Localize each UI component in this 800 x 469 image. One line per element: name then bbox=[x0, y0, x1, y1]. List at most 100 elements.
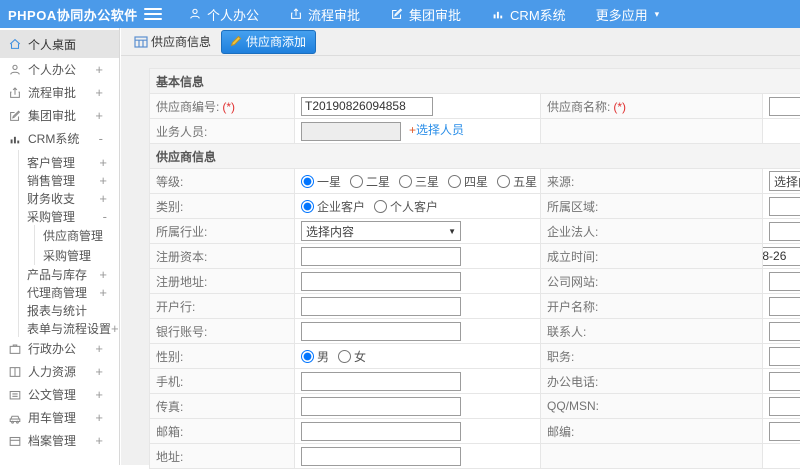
field-label-cell: 供应商编号:(*) bbox=[150, 94, 295, 119]
registered-capital-input[interactable] bbox=[301, 247, 461, 266]
topbar-item-crm-system[interactable]: CRM系统 bbox=[491, 5, 566, 24]
field-control-cell bbox=[763, 94, 800, 119]
expander-icon[interactable]: + bbox=[99, 267, 107, 282]
topbar-item-group-approval[interactable]: 集团审批 bbox=[390, 5, 461, 24]
sidebar-item-customer-mgmt[interactable]: 客户管理+ bbox=[19, 153, 119, 171]
sidebar-item-archive-mgmt[interactable]: 档案管理+ bbox=[0, 429, 119, 452]
topbar-item-workflow-approval[interactable]: 流程审批 bbox=[289, 5, 360, 24]
expander-icon[interactable]: + bbox=[95, 433, 103, 448]
expander-icon[interactable]: + bbox=[111, 321, 119, 336]
category-radio-input-0[interactable] bbox=[301, 200, 314, 213]
sidebar-item-label: 报表与统计 bbox=[27, 302, 87, 319]
expander-icon[interactable]: + bbox=[95, 62, 103, 77]
postcode-input[interactable] bbox=[769, 422, 800, 441]
level-radio-3[interactable]: 四星 bbox=[448, 175, 488, 189]
level-radio-input-0[interactable] bbox=[301, 175, 314, 188]
expander-icon[interactable]: + bbox=[99, 285, 107, 300]
select-staff-link[interactable]: +选择人员 bbox=[409, 123, 464, 137]
tab-supplier-info[interactable]: 供应商信息 bbox=[134, 33, 211, 50]
sidebar-item-finance-mgmt[interactable]: 财务收支+ bbox=[19, 189, 119, 207]
sidebar-item-agent-mgmt[interactable]: 代理商管理+ bbox=[19, 283, 119, 301]
account-name-input[interactable] bbox=[769, 297, 800, 316]
category-radio-input-1[interactable] bbox=[374, 200, 387, 213]
field-label-cell: 供应商名称:(*) bbox=[541, 94, 763, 119]
expander-icon[interactable]: + bbox=[95, 364, 103, 379]
expander-icon[interactable]: + bbox=[99, 155, 107, 170]
level-radio-4[interactable]: 五星 bbox=[497, 175, 537, 189]
contact-input[interactable] bbox=[769, 322, 800, 341]
expander-icon[interactable]: + bbox=[99, 191, 107, 206]
gender-radio-1[interactable]: 女 bbox=[338, 350, 366, 364]
gender-radio-0[interactable]: 男 bbox=[301, 350, 329, 364]
established-date-input[interactable] bbox=[763, 247, 800, 266]
sidebar-item-admin-office[interactable]: 行政办公+ bbox=[0, 337, 119, 360]
position-input[interactable] bbox=[769, 347, 800, 366]
sidebar-item-form-workflow-settings[interactable]: 表单与流程设置+ bbox=[19, 319, 119, 337]
source-select[interactable]: 选择内容▼ bbox=[769, 171, 800, 191]
topbar-item-more-apps[interactable]: 更多应用▾ bbox=[596, 5, 660, 24]
level-radio-input-3[interactable] bbox=[448, 175, 461, 188]
category-radio-0[interactable]: 企业客户 bbox=[301, 200, 365, 214]
staff-input[interactable] bbox=[301, 122, 401, 141]
address-input[interactable] bbox=[301, 447, 461, 466]
sidebar-item-crm-system[interactable]: CRM系统- bbox=[0, 127, 119, 150]
sidebar-item-human-resources[interactable]: 人力资源+ bbox=[0, 360, 119, 383]
topbar-item-label: 更多应用 bbox=[596, 5, 648, 24]
field-control-cell bbox=[295, 269, 541, 294]
level-radio-input-4[interactable] bbox=[497, 175, 510, 188]
registered-address-input[interactable] bbox=[301, 272, 461, 291]
expander-icon[interactable]: + bbox=[95, 85, 103, 100]
sidebar-item-vehicle-mgmt[interactable]: 用车管理+ bbox=[0, 406, 119, 429]
tab-supplier-add[interactable]: 供应商添加 bbox=[221, 30, 316, 54]
supplier-name-input[interactable] bbox=[769, 97, 800, 116]
form-edit-icon bbox=[229, 34, 243, 48]
hamburger-menu-icon[interactable] bbox=[144, 8, 162, 20]
form-row: 邮箱:邮编: bbox=[150, 419, 800, 444]
sidebar-item-workflow-approval[interactable]: 流程审批+ bbox=[0, 81, 119, 104]
sidebar-item-purchasing-mgmt[interactable]: 采购管理 bbox=[35, 245, 119, 265]
sidebar-item-personal-office[interactable]: 个人办公+ bbox=[0, 58, 119, 81]
expander-icon[interactable]: + bbox=[95, 108, 103, 123]
sidebar-item-document-mgmt[interactable]: 公文管理+ bbox=[0, 383, 119, 406]
bank-account-input[interactable] bbox=[301, 322, 461, 341]
expander-icon[interactable]: + bbox=[95, 341, 103, 356]
bank-input[interactable] bbox=[301, 297, 461, 316]
sidebar-item-reports-stats[interactable]: 报表与统计 bbox=[19, 301, 119, 319]
fax-input[interactable] bbox=[301, 397, 461, 416]
mobile-input[interactable] bbox=[301, 372, 461, 391]
gender-radio-input-1[interactable] bbox=[338, 350, 351, 363]
region-input[interactable] bbox=[769, 197, 800, 216]
topbar-item-personal-office[interactable]: 个人办公 bbox=[188, 5, 259, 24]
sidebar-item-personal-desktop[interactable]: 个人桌面 bbox=[0, 30, 119, 58]
email-input[interactable] bbox=[301, 422, 461, 441]
expander-icon[interactable]: - bbox=[103, 209, 107, 224]
qq-msn-input[interactable] bbox=[769, 397, 800, 416]
level-radio-input-2[interactable] bbox=[399, 175, 412, 188]
legal-person-input[interactable] bbox=[769, 222, 800, 241]
expander-icon[interactable]: + bbox=[99, 173, 107, 188]
app-logo: PHPOA协同办公软件 bbox=[0, 5, 132, 24]
company-website-input[interactable] bbox=[769, 272, 800, 291]
level-radio-input-1[interactable] bbox=[350, 175, 363, 188]
expander-icon[interactable]: + bbox=[95, 410, 103, 425]
level-radio-0[interactable]: 一星 bbox=[301, 175, 341, 189]
field-control-cell bbox=[763, 294, 800, 319]
field-label-cell: 开户名称: bbox=[541, 294, 763, 319]
category-radio-1[interactable]: 个人客户 bbox=[374, 200, 438, 214]
book-icon bbox=[8, 365, 22, 379]
sidebar-item-group-approval[interactable]: 集团审批+ bbox=[0, 104, 119, 127]
level-radio-2[interactable]: 三星 bbox=[399, 175, 439, 189]
sidebar-item-product-inventory[interactable]: 产品与库存+ bbox=[19, 265, 119, 283]
level-radio-1[interactable]: 二星 bbox=[350, 175, 390, 189]
field-label: QQ/MSN: bbox=[547, 399, 599, 413]
sidebar-item-procurement-mgmt[interactable]: 采购管理- bbox=[19, 207, 119, 225]
sidebar-item-supplier-mgmt[interactable]: 供应商管理 bbox=[35, 225, 119, 245]
supplier-code-input[interactable] bbox=[301, 97, 433, 116]
expander-icon[interactable]: - bbox=[99, 131, 103, 146]
field-control-cell bbox=[763, 219, 800, 244]
sidebar-item-sales-mgmt[interactable]: 销售管理+ bbox=[19, 171, 119, 189]
expander-icon[interactable]: + bbox=[95, 387, 103, 402]
office-phone-input[interactable] bbox=[769, 372, 800, 391]
industry-select[interactable]: 选择内容▼ bbox=[301, 221, 461, 241]
gender-radio-input-0[interactable] bbox=[301, 350, 314, 363]
